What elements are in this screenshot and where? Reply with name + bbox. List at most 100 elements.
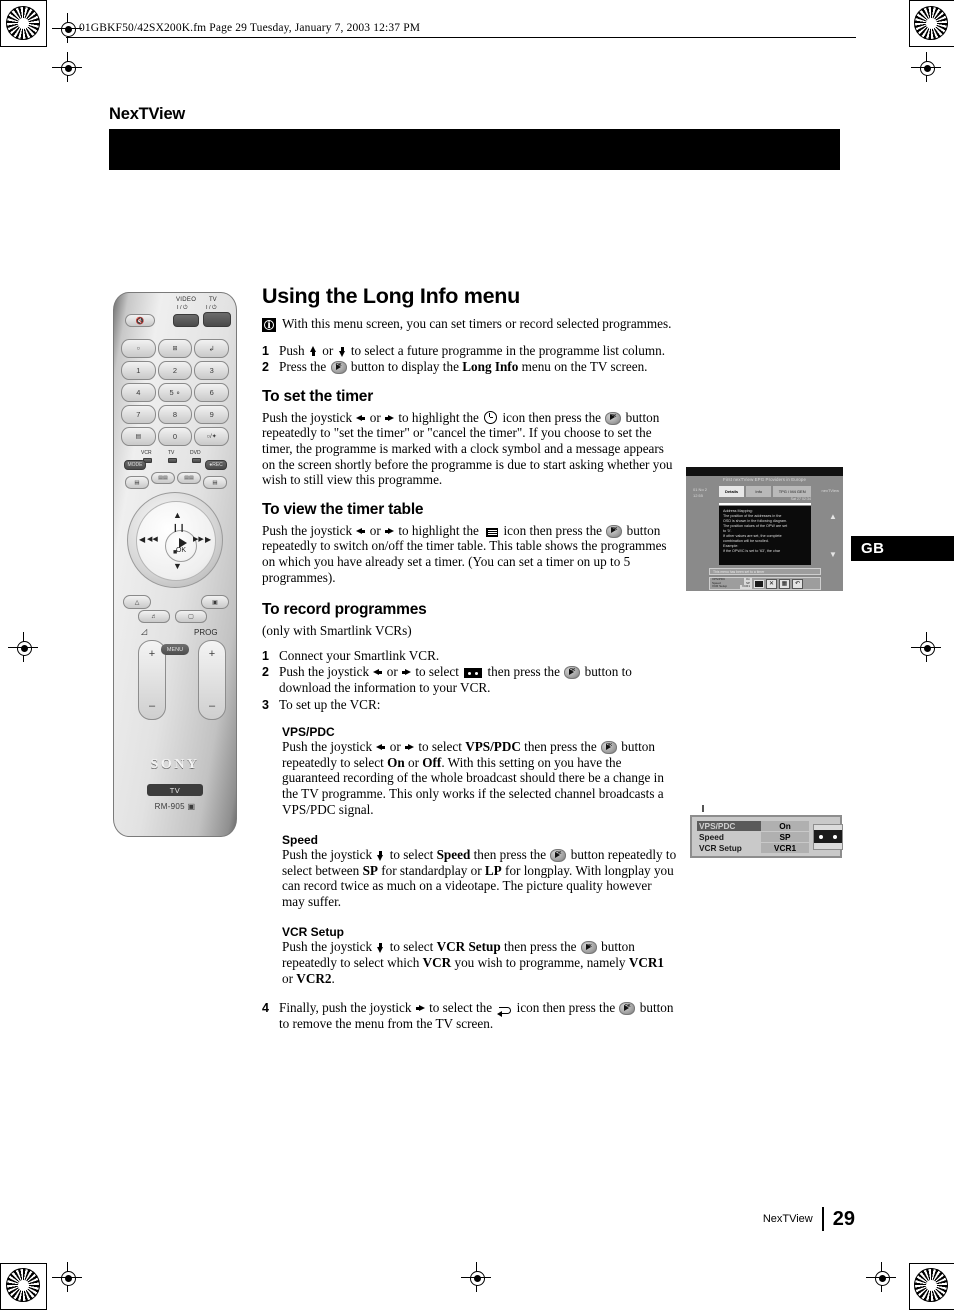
footer-page-number: 29 — [832, 1207, 855, 1230]
ok-button-icon — [600, 737, 617, 755]
crop-box-top-left — [0, 0, 47, 47]
list-item: 3 To set up the VCR: — [262, 697, 677, 713]
remote-key-8: 8 — [157, 405, 193, 424]
registration-mark-top-left — [52, 52, 82, 82]
ok-button-icon — [330, 357, 347, 375]
registration-mark-bottom-right — [866, 1262, 896, 1292]
registration-mark-bottom-center — [461, 1262, 491, 1292]
remote-key-3: 3 — [194, 361, 230, 380]
remote-key-5: 5 ∘ — [157, 383, 193, 402]
remote-joystick-inner: OK ▲ ❙❙ ▼ ■ ◀◀ ▶▶ ◀ ▶ — [136, 501, 216, 581]
step-number: 2 — [262, 665, 269, 680]
step-text: Press the button to display the Long Inf… — [279, 357, 677, 375]
figure-tab-info: Info — [746, 486, 772, 497]
arrow-down-icon — [376, 942, 385, 954]
remote-key-4: 4 — [121, 383, 156, 402]
remote-device-label-dvd: DVD — [190, 450, 201, 456]
remote-key-mid-left: ▤▤ — [151, 472, 175, 484]
setting-heading-vps-pdc: VPS/PDC — [282, 725, 335, 740]
joystick-rewind-icon: ◀◀ — [147, 536, 158, 543]
info-note-text: With this menu screen, you can set timer… — [282, 315, 672, 331]
remote-key-left-small: ▤ — [125, 476, 149, 489]
crop-box-bottom-left — [0, 1263, 47, 1310]
chapter-black-bar — [109, 129, 840, 170]
figure-vps-panel: VPS/PDC On Speed SP VCR Setup VCR1 — [690, 805, 843, 858]
ok-button-icon — [550, 845, 567, 863]
list-item: 1 Push or to select a future programme i… — [262, 343, 677, 359]
figure-vps-rows: VPS/PDC On Speed SP VCR Setup VCR1 — [697, 820, 809, 853]
step-text: To set up the VCR: — [279, 696, 381, 712]
arrow-right-icon — [385, 526, 395, 537]
figure-tab-tpg: TPG / M4 GEN — [773, 486, 811, 497]
arrow-down-icon — [376, 850, 385, 862]
ok-button-icon — [564, 662, 581, 680]
footer-divider — [821, 1207, 824, 1231]
scroll-down-icon: ▼ — [829, 550, 837, 559]
step-number: 3 — [262, 697, 269, 712]
setting-body-vcr-setup: Push the joystick to select VCR Setup th… — [282, 938, 677, 986]
remote-key-pip: ○/✦ — [194, 427, 230, 446]
setting-speed: Speed Push the joystick to select Speed … — [282, 833, 677, 909]
final-step-group: 4 Finally, push the joystick to select t… — [262, 998, 677, 1031]
manual-page: 01GBKF50/42SX200K.fm Page 29 Tuesday, Ja… — [0, 0, 954, 1310]
clock-icon — [484, 410, 498, 424]
registration-mark-right-top — [911, 52, 941, 82]
remote-control-illustration: VIDEO I / ⏻ TV I / ⏻ 🔇 ○ ⊞ ↲ 1 2 3 4 5 ∘… — [113, 292, 237, 837]
figure-return-icon: ↶ — [792, 578, 803, 589]
remote-volume-label: ◿ — [141, 627, 148, 636]
crop-box-bottom-right — [909, 1263, 954, 1310]
remote-key-right-small: ▤ — [203, 476, 227, 489]
remote-number-row-3: 7 8 9 — [121, 405, 230, 424]
remote-tv-power-button — [203, 312, 231, 327]
setting-heading-speed: Speed — [282, 833, 319, 848]
remote-key-0: 0 — [157, 427, 193, 446]
remote-key-2: 2 — [157, 361, 193, 380]
timer-table-icon — [484, 526, 499, 537]
prog-minus-label: – — [208, 700, 216, 712]
figure-top-bar — [686, 467, 843, 476]
step-number: 2 — [262, 360, 269, 375]
figure-date-label: Sat 27 02:34 — [790, 497, 811, 501]
remote-bottom-key-1: △ — [123, 595, 151, 609]
arrow-right-icon — [402, 667, 412, 678]
figure-vps-row-vpspdc: VPS/PDC On — [697, 820, 809, 831]
remote-menu-button: MENU — [161, 644, 189, 655]
figure-white-divider — [719, 503, 811, 505]
ok-button-icon — [580, 938, 597, 955]
registration-mark-bottom-left — [52, 1262, 82, 1292]
figure-body-text: Address Mapping: The position of the add… — [719, 506, 811, 565]
remote-device-label-tv: TV — [168, 450, 175, 456]
arrow-left-icon — [356, 413, 366, 424]
remote-key-6: 6 — [194, 383, 230, 402]
remote-key-aspect: ▤ — [121, 427, 156, 446]
list-item: 2 Push the joystick or to select then pr… — [262, 662, 677, 695]
section-body-set-timer: Push the joystick or to highlight the ic… — [262, 408, 677, 488]
remote-led-dvd — [192, 458, 201, 463]
figure-vps-value: On — [761, 820, 809, 831]
list-item: 4 Finally, push the joystick to select t… — [262, 998, 677, 1031]
section-subtitle-record: (only with Smartlink VCRs) — [262, 623, 412, 639]
remote-mode-tv-pill: TV — [147, 784, 203, 796]
joystick-forward-icon: ▶▶ — [193, 536, 204, 543]
section-body-timer-table: Push the joystick or to highlight the ic… — [262, 521, 677, 585]
remote-bottom-key-3: ♬ — [138, 610, 170, 623]
remote-mute-button: 🔇 — [125, 314, 155, 327]
list-item: 1 Connect your Smartlink VCR. — [262, 648, 677, 664]
figure-speed-value: SP — [761, 831, 809, 842]
figure-vcrsetup-label: VCR Setup — [699, 842, 742, 853]
remote-key-mid-right: ▤▤ — [177, 472, 201, 484]
remote-ok-label: OK — [175, 547, 187, 554]
joystick-pause-icon: ❙❙ — [172, 523, 186, 532]
intro-steps: 1 Push or to select a future programme i… — [262, 343, 677, 375]
section-heading-set-timer: To set the timer — [262, 387, 374, 405]
remote-function-row: ○ ⊞ ↲ — [121, 339, 230, 358]
vcr-cassette-icon — [814, 830, 842, 843]
remote-key-1: 1 — [121, 361, 156, 380]
arrow-left-icon — [356, 526, 366, 537]
figure-timer-table-icon: ▦ — [779, 578, 790, 589]
figure-scroll-arrows: ▲ ▼ — [829, 513, 837, 559]
remote-led-tv — [168, 458, 177, 463]
remote-key-circle: ○ — [121, 339, 156, 358]
remote-prog-rocker: + – — [198, 640, 226, 720]
header-rule — [66, 37, 856, 38]
